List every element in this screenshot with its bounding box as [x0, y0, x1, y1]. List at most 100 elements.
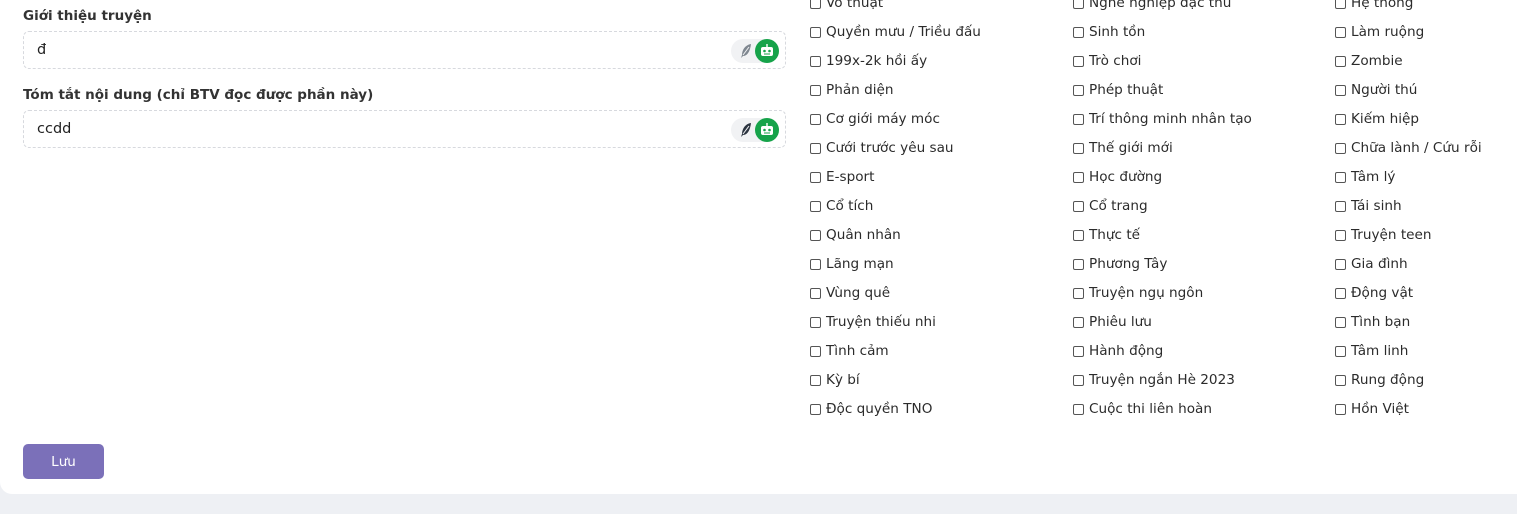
genre-checkbox-item[interactable]: Truyện ngắn Hè 2023: [1073, 371, 1235, 389]
genre-checkbox-item[interactable]: Hồn Việt: [1335, 400, 1409, 418]
checkbox[interactable]: [810, 84, 821, 96]
genre-checkbox-item[interactable]: 199x-2k hồi ấy: [810, 52, 927, 70]
genre-checkbox-item[interactable]: Độc quyền TNO: [810, 400, 932, 418]
genre-checkbox-item[interactable]: Hệ thống: [1335, 0, 1413, 12]
genre-checkbox-item[interactable]: Phản diện: [810, 81, 893, 99]
genre-checkbox-item[interactable]: Phương Tây: [1073, 255, 1167, 273]
genre-checkbox-item[interactable]: Truyện ngụ ngôn: [1073, 284, 1203, 302]
checkbox[interactable]: [810, 403, 821, 415]
genre-checkbox-item[interactable]: Tình cảm: [810, 342, 889, 360]
checkbox[interactable]: [1335, 26, 1346, 38]
checkbox[interactable]: [1335, 403, 1346, 415]
genre-checkbox-item[interactable]: Chữa lành / Cứu rỗi: [1335, 139, 1482, 157]
checkbox[interactable]: [1335, 316, 1346, 328]
genre-checkbox-item[interactable]: Trò chơi: [1073, 52, 1141, 70]
genre-checkbox-item[interactable]: Vùng quê: [810, 284, 890, 302]
checkbox[interactable]: [810, 113, 821, 125]
genre-checkbox-item[interactable]: Tình bạn: [1335, 313, 1410, 331]
genre-checkbox-item[interactable]: Quyền mưu / Triều đấu: [810, 23, 981, 41]
genre-checkbox-item[interactable]: Cơ giới máy móc: [810, 110, 940, 128]
checkbox[interactable]: [1335, 345, 1346, 357]
genre-checkbox-item[interactable]: Cổ trang: [1073, 197, 1148, 215]
checkbox[interactable]: [810, 142, 821, 154]
checkbox[interactable]: [1335, 55, 1346, 67]
checkbox[interactable]: [810, 55, 821, 67]
checkbox[interactable]: [1335, 0, 1346, 9]
genre-checkbox-item[interactable]: Thế giới mới: [1073, 139, 1173, 157]
genre-checkbox-item[interactable]: Truyện teen: [1335, 226, 1432, 244]
checkbox[interactable]: [1073, 113, 1084, 125]
checkbox[interactable]: [810, 287, 821, 299]
genre-label: Trò chơi: [1089, 53, 1142, 69]
intro-field[interactable]: đ: [23, 31, 786, 69]
genre-label: Thực tế: [1089, 227, 1141, 243]
genre-label: Phản diện: [826, 82, 894, 98]
genre-checkbox-item[interactable]: Rung động: [1335, 371, 1424, 389]
checkbox[interactable]: [1073, 84, 1084, 96]
checkbox[interactable]: [1073, 229, 1084, 241]
genre-checkbox-item[interactable]: Học đường: [1073, 168, 1162, 186]
checkbox[interactable]: [810, 374, 821, 386]
genre-label: Phương Tây: [1089, 256, 1168, 272]
genre-checkbox-item[interactable]: Kỳ bí: [810, 371, 860, 389]
genre-checkbox-item[interactable]: Phiêu lưu: [1073, 313, 1152, 331]
checkbox[interactable]: [1335, 171, 1346, 183]
checkbox[interactable]: [810, 316, 821, 328]
genre-checkbox-item[interactable]: Truyện thiếu nhi: [810, 313, 936, 331]
checkbox[interactable]: [1335, 84, 1346, 96]
checkbox[interactable]: [1073, 316, 1084, 328]
ai-toggle[interactable]: [731, 118, 779, 142]
checkbox[interactable]: [1335, 229, 1346, 241]
genre-checkbox-item[interactable]: Zombie: [1335, 52, 1403, 70]
genre-checkbox-item[interactable]: Cuộc thi liên hoàn: [1073, 400, 1212, 418]
checkbox[interactable]: [1335, 287, 1346, 299]
genre-checkbox-item[interactable]: Võ thuật: [810, 0, 883, 12]
checkbox[interactable]: [1073, 55, 1084, 67]
genre-checkbox-item[interactable]: E-sport: [810, 168, 874, 186]
genre-checkbox-item[interactable]: Lãng mạn: [810, 255, 894, 273]
genre-checkbox-item[interactable]: Nghề nghiệp đặc thù: [1073, 0, 1231, 12]
checkbox[interactable]: [810, 0, 821, 9]
checkbox[interactable]: [1335, 113, 1346, 125]
genre-checkbox-item[interactable]: Kiếm hiệp: [1335, 110, 1419, 128]
summary-field[interactable]: ccdd: [23, 110, 786, 148]
checkbox[interactable]: [810, 258, 821, 270]
genre-checkbox-item[interactable]: Tâm linh: [1335, 342, 1408, 360]
checkbox[interactable]: [810, 171, 821, 183]
checkbox[interactable]: [1335, 142, 1346, 154]
genre-checkbox-item[interactable]: Động vật: [1335, 284, 1413, 302]
checkbox[interactable]: [1073, 0, 1084, 9]
checkbox[interactable]: [810, 26, 821, 38]
genre-label: Truyện teen: [1351, 227, 1432, 243]
genre-checkbox-item[interactable]: Quân nhân: [810, 226, 901, 244]
genre-checkbox-item[interactable]: Cưới trước yêu sau: [810, 139, 954, 157]
genre-checkbox-item[interactable]: Thực tế: [1073, 226, 1140, 244]
checkbox[interactable]: [810, 229, 821, 241]
genre-checkbox-item[interactable]: Cổ tích: [810, 197, 873, 215]
genre-checkbox-item[interactable]: Phép thuật: [1073, 81, 1163, 99]
checkbox[interactable]: [1073, 142, 1084, 154]
checkbox[interactable]: [1073, 374, 1084, 386]
genre-checkbox-item[interactable]: Làm ruộng: [1335, 23, 1424, 41]
genre-checkbox-item[interactable]: Người thú: [1335, 81, 1417, 99]
checkbox[interactable]: [1073, 200, 1084, 212]
genre-checkbox-item[interactable]: Tâm lý: [1335, 168, 1395, 186]
checkbox[interactable]: [1073, 258, 1084, 270]
genre-checkbox-item[interactable]: Hành động: [1073, 342, 1163, 360]
checkbox[interactable]: [810, 200, 821, 212]
checkbox[interactable]: [1335, 200, 1346, 212]
checkbox[interactable]: [1073, 171, 1084, 183]
save-button[interactable]: Lưu: [23, 444, 104, 479]
checkbox[interactable]: [810, 345, 821, 357]
checkbox[interactable]: [1073, 287, 1084, 299]
genre-checkbox-item[interactable]: Sinh tồn: [1073, 23, 1145, 41]
genre-checkbox-item[interactable]: Tái sinh: [1335, 197, 1402, 215]
checkbox[interactable]: [1335, 374, 1346, 386]
checkbox[interactable]: [1073, 26, 1084, 38]
genre-checkbox-item[interactable]: Gia đình: [1335, 255, 1408, 273]
checkbox[interactable]: [1073, 403, 1084, 415]
checkbox[interactable]: [1335, 258, 1346, 270]
ai-toggle[interactable]: [731, 39, 779, 63]
genre-checkbox-item[interactable]: Trí thông minh nhân tạo: [1073, 110, 1252, 128]
checkbox[interactable]: [1073, 345, 1084, 357]
